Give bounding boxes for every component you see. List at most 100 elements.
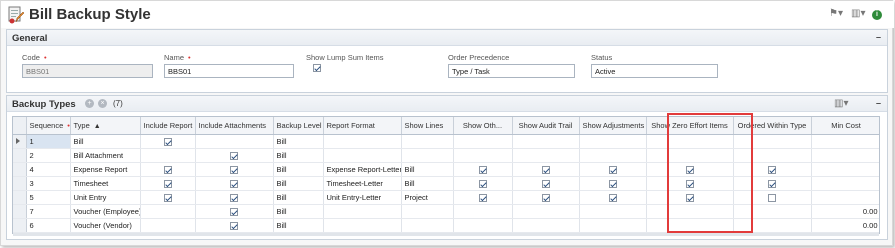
include-attachments-checkbox[interactable] [230, 207, 238, 216]
min-cost-cell[interactable]: 0.00 [811, 218, 879, 233]
include-report-cell[interactable] [140, 218, 196, 233]
report-format-cell[interactable]: Unit Entry-Letter [323, 190, 402, 205]
sequence-cell[interactable]: 3 [26, 176, 71, 191]
include-attachments-cell[interactable] [195, 162, 274, 177]
show-adjustments-checkbox[interactable] [608, 179, 617, 188]
show-zero-effort-checkbox[interactable] [685, 193, 694, 202]
column-header-show-audit-trail[interactable]: Show Audit Trail [512, 117, 580, 135]
type-cell[interactable]: Voucher (Employee) [70, 204, 141, 219]
show-audit-trail-cell[interactable] [512, 134, 580, 149]
backup-level-cell[interactable]: Bill [273, 148, 324, 163]
sequence-cell[interactable]: 1 [26, 134, 71, 149]
row-selector[interactable] [13, 148, 27, 163]
include-attachments-checkbox[interactable] [230, 221, 238, 230]
row-selector[interactable] [13, 204, 27, 219]
show-adjustments-checkbox[interactable] [608, 193, 617, 202]
column-header-sequence[interactable]: Sequence • [26, 117, 71, 135]
show-other-cell[interactable] [453, 204, 513, 219]
backup-level-cell[interactable]: Bill [273, 204, 324, 219]
ordered-within-type-cell[interactable] [733, 218, 812, 233]
min-cost-cell[interactable] [811, 176, 879, 191]
sequence-cell[interactable]: 2 [26, 148, 71, 163]
show-adjustments-cell[interactable] [579, 134, 647, 149]
delete-icon[interactable]: × [98, 99, 107, 108]
show-adjustments-cell[interactable] [579, 176, 647, 191]
type-cell[interactable]: Expense Report [70, 162, 141, 177]
add-icon[interactable]: + [85, 99, 94, 108]
ordered-within-type-cell[interactable] [733, 190, 812, 205]
show-lines-cell[interactable]: Bill [401, 162, 454, 177]
include-attachments-checkbox[interactable] [230, 165, 238, 174]
min-cost-cell[interactable]: 0.00 [811, 204, 879, 219]
show-other-cell[interactable] [453, 218, 513, 233]
show-adjustments-cell[interactable] [579, 204, 647, 219]
include-attachments-cell[interactable] [195, 176, 274, 191]
row-selector[interactable] [13, 134, 27, 149]
min-cost-cell[interactable] [811, 190, 879, 205]
ordered-within-type-checkbox[interactable] [768, 165, 776, 174]
type-cell[interactable]: Voucher (Vendor) [70, 218, 141, 233]
include-attachments-cell[interactable] [195, 190, 274, 205]
backup-level-cell[interactable]: Bill [273, 190, 324, 205]
show-audit-trail-cell[interactable] [512, 162, 580, 177]
min-cost-cell[interactable] [811, 162, 879, 177]
column-header-show-lines[interactable]: Show Lines [401, 117, 454, 135]
report-format-cell[interactable]: Expense Report-Letter [323, 162, 402, 177]
show-other-cell[interactable] [453, 134, 513, 149]
show-other-cell[interactable] [453, 190, 513, 205]
backup-level-cell[interactable]: Bill [273, 134, 324, 149]
table-row[interactable]: 1 Bill Bill [13, 134, 879, 149]
show-lines-cell[interactable] [401, 218, 454, 233]
show-audit-trail-cell[interactable] [512, 204, 580, 219]
table-row[interactable]: 3 Timesheet Bill Timesheet-Letter Bill [13, 176, 879, 191]
table-row[interactable]: 4 Expense Report Bill Expense Report-Letter… [13, 162, 879, 177]
sequence-cell[interactable]: 6 [26, 218, 71, 233]
table-row[interactable]: 7 Voucher (Employee) Bill 0.00 [13, 204, 879, 219]
backup-level-cell[interactable]: Bill [273, 176, 324, 191]
row-selector[interactable] [13, 218, 27, 233]
sequence-cell[interactable]: 7 [26, 204, 71, 219]
report-format-cell[interactable] [323, 218, 402, 233]
include-report-cell[interactable] [140, 134, 196, 149]
type-cell[interactable]: Bill Attachment [70, 148, 141, 163]
include-report-cell[interactable] [140, 176, 196, 191]
show-other-checkbox[interactable] [478, 165, 487, 174]
show-adjustments-cell[interactable] [579, 148, 647, 163]
include-report-cell[interactable] [140, 190, 196, 205]
show-other-cell[interactable] [453, 162, 513, 177]
show-audit-trail-cell[interactable] [512, 176, 580, 191]
backup-level-cell[interactable]: Bill [273, 162, 324, 177]
show-lines-cell[interactable]: Project [401, 190, 454, 205]
show-zero-effort-cell[interactable] [646, 148, 734, 163]
include-report-checkbox[interactable] [163, 137, 172, 146]
show-adjustments-checkbox[interactable] [608, 165, 617, 174]
report-format-cell[interactable]: Timesheet-Letter [323, 176, 402, 191]
min-cost-cell[interactable] [811, 134, 879, 149]
sequence-cell[interactable]: 4 [26, 162, 71, 177]
show-zero-effort-checkbox[interactable] [685, 165, 694, 174]
include-report-cell[interactable] [140, 204, 196, 219]
ordered-within-type-cell[interactable] [733, 176, 812, 191]
grid-options-icon[interactable]: ▥▾ [834, 98, 848, 110]
include-attachments-checkbox[interactable] [230, 179, 238, 188]
column-header-include-report[interactable]: Include Report [140, 117, 196, 135]
show-other-checkbox[interactable] [478, 193, 487, 202]
ordered-within-type-checkbox[interactable] [768, 193, 776, 202]
report-format-cell[interactable] [323, 148, 402, 163]
show-audit-trail-cell[interactable] [512, 190, 580, 205]
show-audit-trail-checkbox[interactable] [541, 165, 550, 174]
include-attachments-cell[interactable] [195, 204, 274, 219]
columns-menu-icon[interactable]: ▥▾ [851, 8, 865, 20]
include-report-checkbox[interactable] [163, 179, 172, 188]
include-attachments-cell[interactable] [195, 148, 274, 163]
type-cell[interactable]: Unit Entry [70, 190, 141, 205]
info-status-icon[interactable]: i [872, 10, 882, 20]
show-other-cell[interactable] [453, 148, 513, 163]
show-lines-cell[interactable]: Bill [401, 176, 454, 191]
column-header-show-adjustments[interactable]: Show Adjustments [579, 117, 647, 135]
collapse-icon[interactable]: – [876, 98, 881, 108]
ordered-within-type-cell[interactable] [733, 134, 812, 149]
min-cost-cell[interactable] [811, 148, 879, 163]
lump-sum-checkbox[interactable] [313, 64, 321, 72]
show-zero-effort-cell[interactable] [646, 176, 734, 191]
